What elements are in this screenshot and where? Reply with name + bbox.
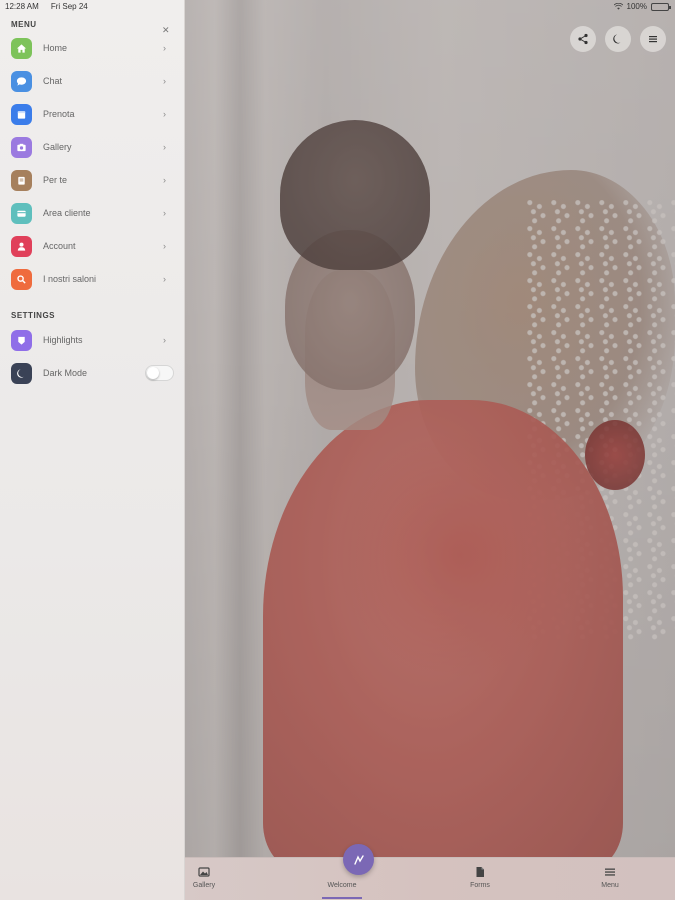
menu-item-gallery[interactable]: Gallery › — [0, 132, 185, 162]
hero-photo — [185, 0, 675, 857]
menu-item-label: Gallery — [43, 142, 72, 152]
menu-item-label: Dark Mode — [43, 368, 88, 378]
chevron-right-icon: › — [163, 335, 166, 345]
card-icon — [11, 202, 32, 224]
chevron-right-icon: › — [163, 76, 166, 86]
chevron-right-icon: › — [163, 175, 166, 185]
moon-icon — [613, 34, 621, 44]
moon-icon — [11, 362, 32, 384]
chevron-right-icon: › — [163, 241, 166, 251]
battery-percent: 100% — [626, 2, 647, 11]
top-actions — [570, 26, 666, 52]
dark-mode-button[interactable] — [605, 26, 631, 52]
wifi-icon — [613, 3, 623, 10]
tab-label: Welcome — [327, 882, 357, 889]
battery-icon — [651, 2, 671, 11]
menu-button[interactable] — [640, 26, 666, 52]
menu-item-saloni[interactable]: I nostri saloni › — [0, 264, 185, 294]
side-menu: ✕ MENU Home › Chat › Prenota › Gallery ›… — [0, 0, 185, 900]
gallery-icon — [198, 867, 210, 877]
document-icon — [476, 867, 484, 877]
chevron-right-icon: › — [163, 109, 166, 119]
share-icon — [578, 33, 588, 45]
settings-section-title: SETTINGS — [11, 311, 56, 320]
tab-label: Gallery — [192, 882, 216, 889]
tab-menu[interactable]: Menu — [580, 858, 640, 900]
home-icon — [11, 37, 32, 59]
chevron-right-icon: › — [163, 208, 166, 218]
menu-item-label: I nostri saloni — [43, 274, 97, 284]
tab-gallery[interactable]: Gallery — [174, 858, 234, 900]
menu-item-prenota[interactable]: Prenota › — [0, 99, 185, 129]
menu-item-area-cliente[interactable]: Area cliente › — [0, 198, 185, 228]
tab-forms[interactable]: Forms — [450, 858, 510, 900]
status-bar: 12:28 AM Fri Sep 24 100% — [0, 0, 675, 14]
menu-item-account[interactable]: Account › — [0, 231, 185, 261]
menu-item-label: Chat — [43, 76, 63, 86]
chat-icon — [11, 70, 32, 92]
tab-label: Forms — [470, 882, 490, 889]
menu-item-label: Area cliente — [43, 208, 91, 218]
chevron-right-icon: › — [163, 142, 166, 152]
menu-item-chat[interactable]: Chat › — [0, 66, 185, 96]
menu-item-label: Account — [43, 241, 76, 251]
gallery-icon — [11, 136, 32, 158]
menu-item-label: Prenota — [43, 109, 75, 119]
menu-item-label: Per te — [43, 175, 68, 185]
hamburger-icon — [649, 36, 657, 43]
chevron-right-icon: › — [163, 274, 166, 284]
status-time: 12:28 AM — [5, 2, 39, 11]
tab-label: Menu — [601, 882, 619, 889]
calendar-icon — [11, 103, 32, 125]
tab-welcome[interactable]: Welcome — [312, 858, 372, 900]
search-icon — [11, 268, 32, 290]
gift-icon — [11, 169, 32, 191]
menu-item-per-te[interactable]: Per te › — [0, 165, 185, 195]
menu-item-label: Home — [43, 43, 68, 53]
dark-mode-toggle[interactable] — [145, 365, 174, 381]
menu-icon — [605, 868, 615, 876]
status-date: Fri Sep 24 — [50, 2, 88, 11]
highlights-icon — [11, 329, 32, 351]
share-button[interactable] — [570, 26, 596, 52]
menu-item-dark-mode: Dark Mode — [0, 358, 185, 388]
chevron-right-icon: › — [163, 43, 166, 53]
photo-overlay — [185, 0, 675, 857]
menu-section-title: MENU — [11, 20, 37, 29]
menu-item-label: Highlights — [43, 335, 83, 345]
active-tab-indicator — [322, 897, 362, 899]
user-icon — [11, 235, 32, 257]
menu-item-home[interactable]: Home › — [0, 33, 185, 63]
bottom-tab-bar: Gallery Welcome Forms Menu — [185, 844, 675, 900]
toggle-knob — [147, 367, 159, 379]
menu-item-highlights[interactable]: Highlights › — [0, 325, 185, 355]
